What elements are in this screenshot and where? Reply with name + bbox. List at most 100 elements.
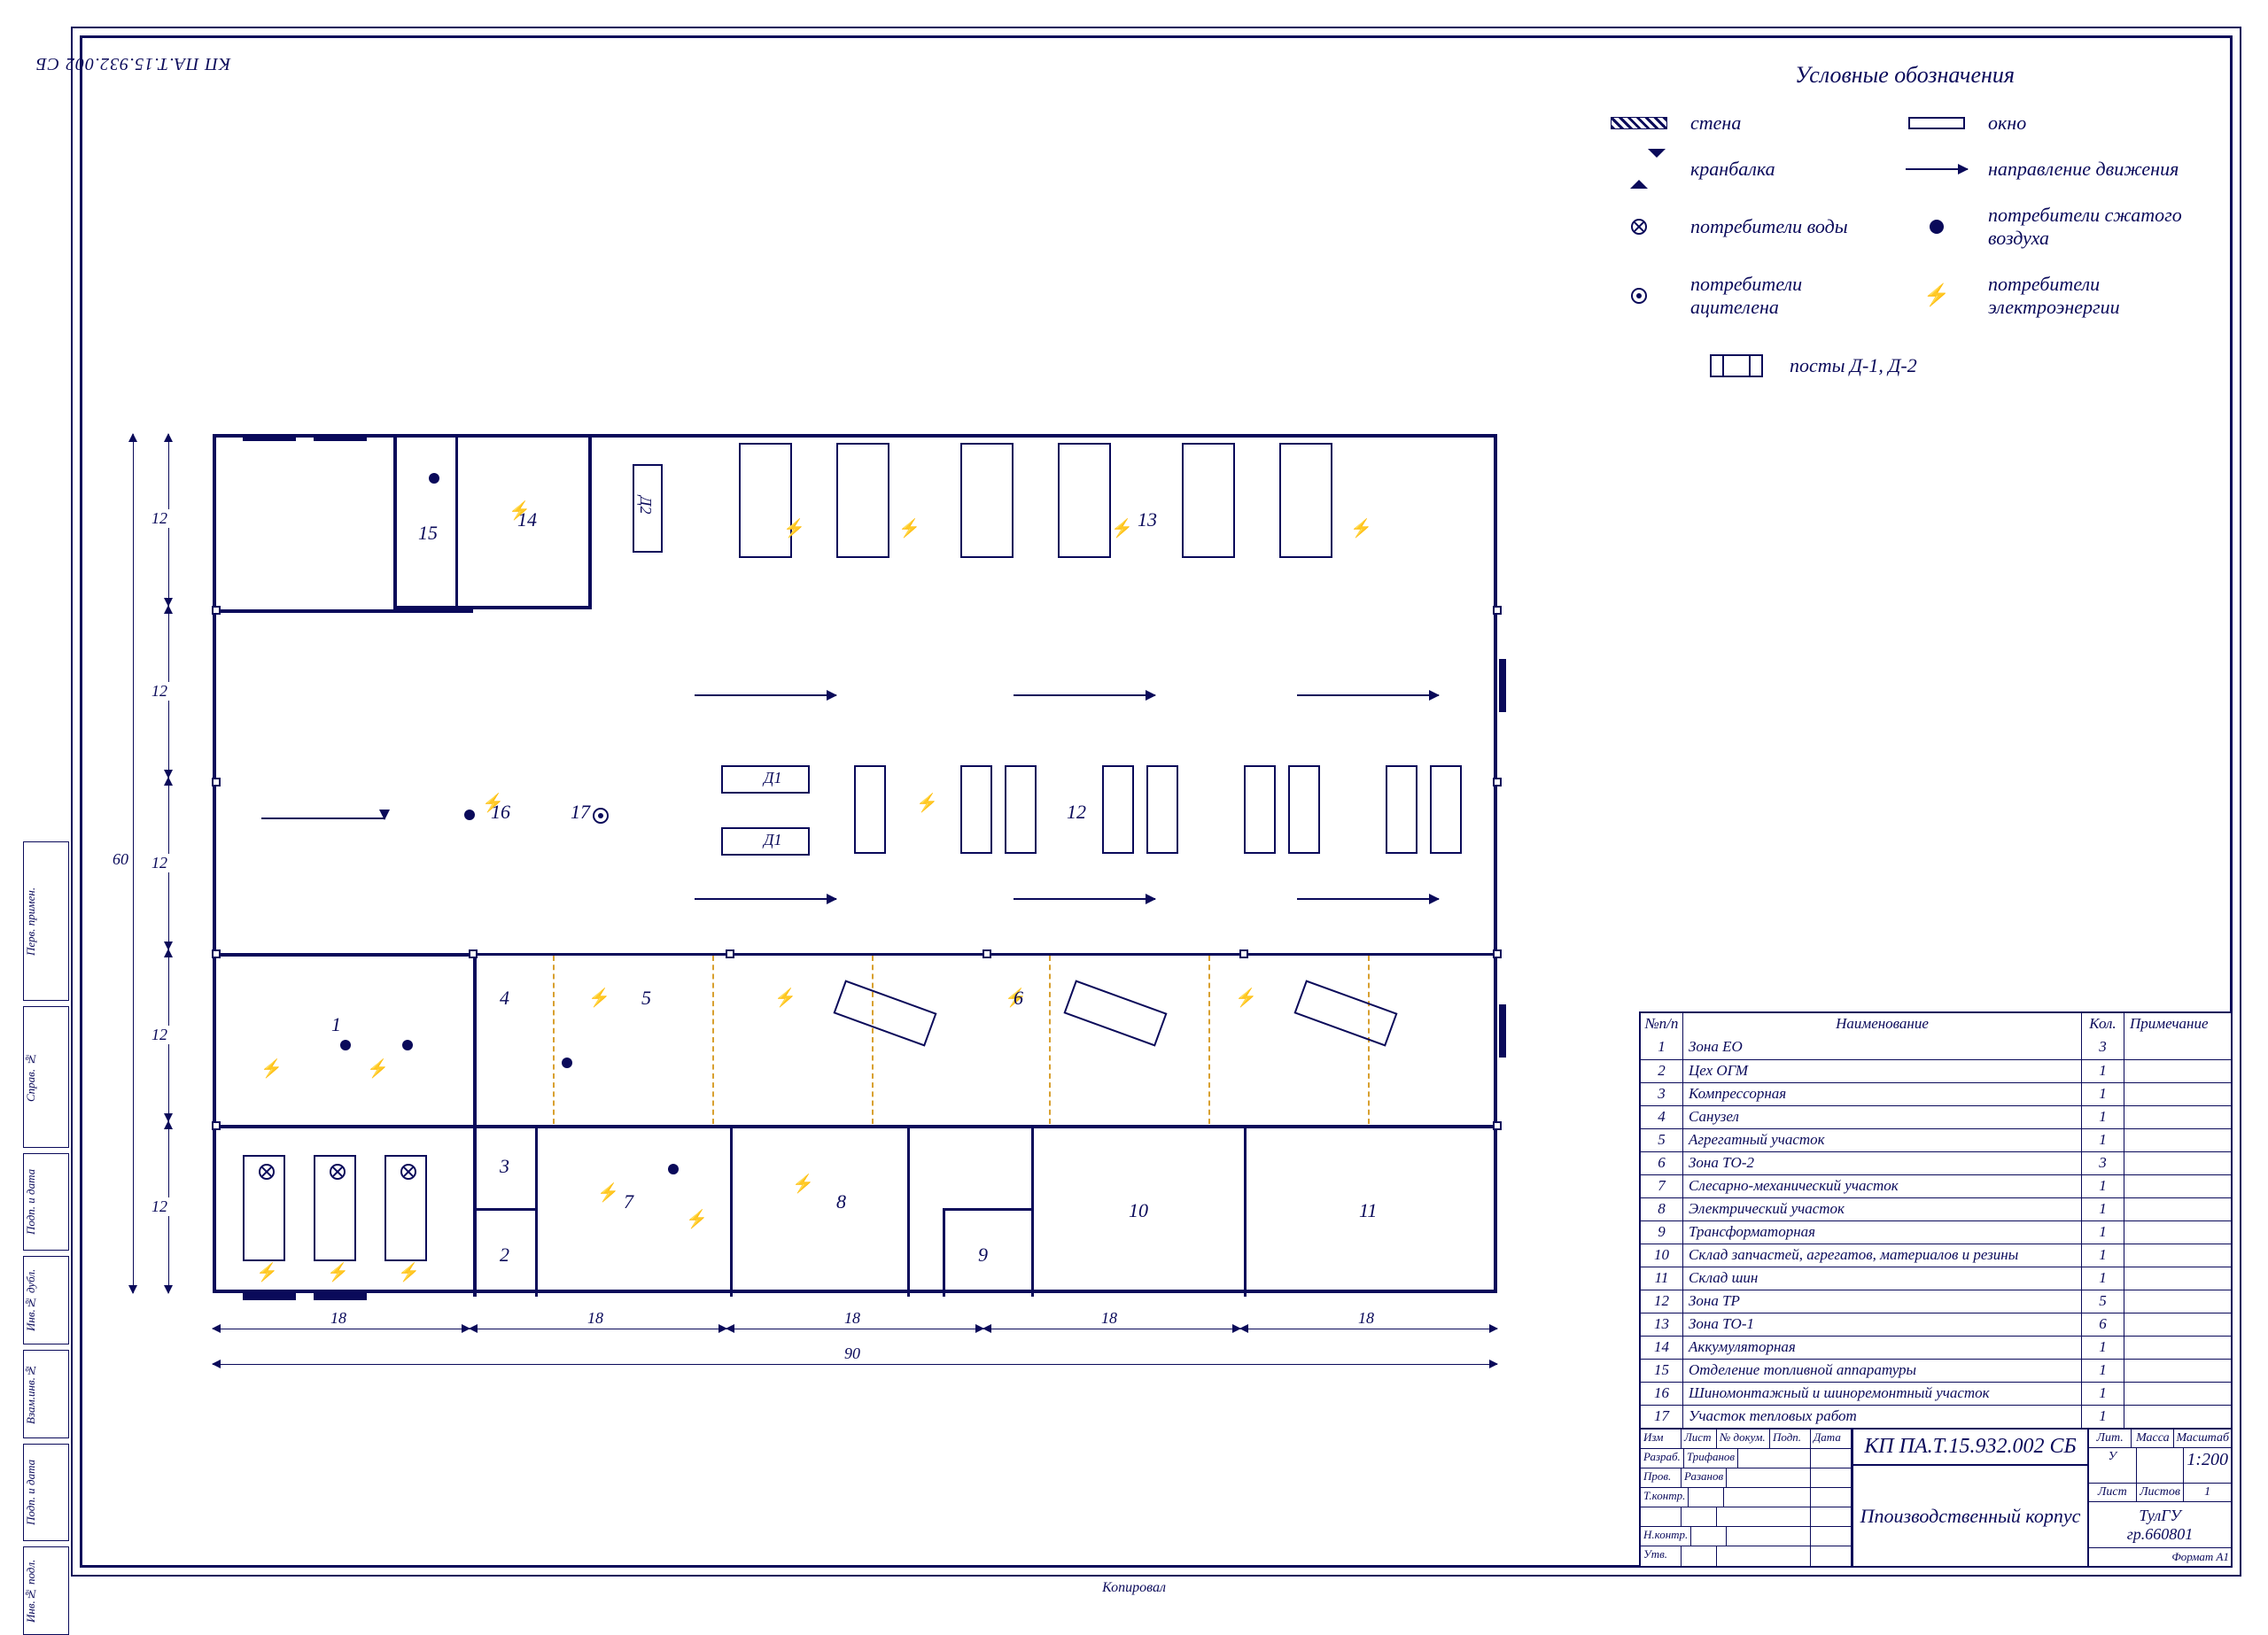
table-cell: 10 [1641, 1244, 1683, 1267]
table-cell [2124, 1083, 2231, 1105]
flow-arrow [1014, 898, 1155, 900]
table-cell: Трансформаторная [1683, 1221, 2082, 1244]
table-cell: 1 [2082, 1060, 2124, 1082]
table-cell: Отделение топливной аппаратуры [1683, 1360, 2082, 1382]
tb-cell [1811, 1488, 1852, 1507]
gate [314, 1293, 367, 1300]
table-cell: 1 [1641, 1036, 1683, 1059]
table-cell: 1 [2082, 1083, 2124, 1105]
table-cell: 5 [1641, 1129, 1683, 1151]
doc-number-edge: КП ПА.Т.15.932.002 СБ [35, 53, 230, 74]
room-label: 16 [491, 801, 510, 824]
air-consumer [402, 1040, 413, 1050]
electric-consumer: ⚡ [367, 1058, 389, 1080]
tr-bay [1102, 765, 1134, 854]
table-cell: 8 [1641, 1198, 1683, 1220]
doc-number: КП ПА.Т.15.932.002 СБ [1853, 1430, 2087, 1466]
table-cell: Компрессорная [1683, 1083, 2082, 1105]
wall [1031, 1125, 1034, 1297]
air-consumer [340, 1040, 351, 1050]
legend: Условные обозначения стена окно кранбалк… [1604, 62, 2206, 377]
lift [1293, 980, 1397, 1046]
dim-value: 12 [149, 1026, 170, 1044]
air-consumer [668, 1164, 679, 1174]
crane-rail [1208, 956, 1210, 1124]
acetylene-consumer-icon [1631, 288, 1647, 304]
electric-consumer: ⚡ [774, 987, 796, 1009]
table-cell: 1 [2082, 1106, 2124, 1128]
column [726, 949, 734, 958]
table-cell: Зона ТО-2 [1683, 1152, 2082, 1174]
table-cell: 1 [2082, 1267, 2124, 1290]
table-cell: 11 [1641, 1267, 1683, 1290]
wall [393, 606, 592, 609]
crane-rail [1049, 956, 1051, 1124]
electric-consumer: ⚡ [898, 517, 920, 539]
room-label: 10 [1129, 1199, 1148, 1222]
column [1493, 778, 1502, 787]
table-cell: Слесарно-механический участок [1683, 1175, 2082, 1197]
table-cell: 16 [1641, 1383, 1683, 1405]
header: Масштаб [2174, 1430, 2231, 1447]
dim-line [213, 1364, 1497, 1365]
water-consumer-icon [1631, 219, 1647, 235]
room-label: 17 [571, 801, 590, 824]
wall [588, 438, 592, 609]
tb-cell: Утв. [1641, 1546, 1682, 1566]
side-tab: Инв.№ подл. [23, 1546, 69, 1635]
table-cell [2124, 1106, 2231, 1128]
header: Масса [2132, 1430, 2174, 1447]
table-cell: Шиномонтажный и шиноремонтный участок [1683, 1383, 2082, 1405]
table-cell: Склад запчастей, агрегатов, материалов и… [1683, 1244, 2082, 1267]
legend-label: направление движения [1988, 158, 2183, 181]
service-bay [1058, 443, 1111, 558]
table-cell: 6 [2082, 1313, 2124, 1336]
value [2137, 1448, 2185, 1483]
flow-arrow [1297, 694, 1439, 696]
table-cell: Цех ОГМ [1683, 1060, 2082, 1082]
tr-bay [1244, 765, 1276, 854]
side-tab: Подп. и дата [23, 1153, 69, 1251]
table-cell: Аккумуляторная [1683, 1337, 2082, 1359]
table-cell: 1 [2082, 1360, 2124, 1382]
table-cell: 1 [2082, 1406, 2124, 1428]
column [1493, 1121, 1502, 1130]
post-icon [1710, 354, 1763, 377]
table-cell [2124, 1175, 2231, 1197]
room-label: 12 [1067, 801, 1086, 824]
tb-cell [1811, 1546, 1852, 1566]
table-cell: 6 [1641, 1152, 1683, 1174]
tr-bay [1288, 765, 1320, 854]
column [1493, 606, 1502, 615]
column [212, 1121, 221, 1130]
gate [1499, 1004, 1506, 1058]
dim-value: 12 [149, 509, 170, 528]
flow-arrow [1297, 898, 1439, 900]
tb-cell: Разанов [1682, 1468, 1727, 1487]
water-consumer [330, 1164, 342, 1176]
electric-consumer: ⚡ [398, 1261, 420, 1283]
tb-cell [1717, 1546, 1811, 1566]
tb-cell [1811, 1507, 1852, 1526]
tr-bay [1386, 765, 1418, 854]
table-cell: 12 [1641, 1290, 1683, 1313]
room-label: 1 [331, 1013, 341, 1036]
tb-cell: Н.контр. [1641, 1527, 1691, 1546]
tb-cell [1691, 1527, 1727, 1546]
service-bay [836, 443, 889, 558]
tb-cell: Разраб. [1641, 1449, 1684, 1468]
wall-icon [1611, 117, 1667, 129]
table-cell [2124, 1383, 2231, 1405]
table-cell: 3 [1641, 1083, 1683, 1105]
table-cell [2124, 1036, 2231, 1059]
table-cell: 1 [2082, 1221, 2124, 1244]
side-tab: Перв. примен. [23, 841, 69, 1001]
wall [943, 1208, 945, 1297]
legend-label: посты Д-1, Д-2 [1790, 354, 1917, 377]
room-label: 9 [978, 1244, 988, 1267]
electric-consumer: ⚡ [1350, 517, 1372, 539]
table-cell: 4 [1641, 1106, 1683, 1128]
side-tab: Взам.инв.№ [23, 1350, 69, 1438]
air-consumer [429, 473, 439, 484]
room-label: 5 [641, 987, 651, 1010]
